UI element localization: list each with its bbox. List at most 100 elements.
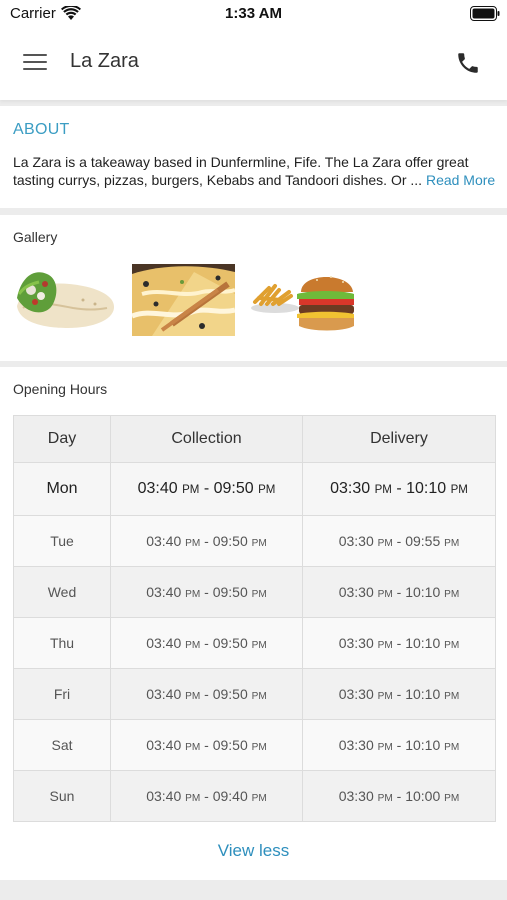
time-separator: -: [392, 635, 406, 651]
opening-hours-row-tue: Tue 03:40 PM - 09:50 PM 03:30 PM - 09:55 P…: [13, 515, 496, 567]
delivery-hours-cell: 03:30 PM - 09:55 PM: [302, 515, 496, 567]
time-value: 10:10: [405, 584, 441, 600]
day-cell: Mon: [13, 462, 111, 516]
collection-hours-cell: 03:40 PM - 09:50 PM: [110, 617, 303, 669]
delivery-hours-cell: 03:30 PM - 10:10 PM: [302, 566, 496, 618]
time-value: 10:10: [405, 635, 441, 651]
time-value: 03:40: [146, 533, 182, 549]
opening-hours-row-mon: Mon 03:40 PM - 09:50 PM 03:30 PM - 10:10 P…: [13, 462, 496, 516]
hamburger-menu-icon[interactable]: [23, 51, 47, 73]
time-separator: -: [200, 788, 213, 804]
time-value: 03:40: [146, 584, 182, 600]
time-value: 10:10: [406, 480, 447, 497]
time-value: 03:30: [338, 686, 374, 702]
ampm-label: PM: [185, 640, 201, 651]
time-separator: -: [392, 788, 406, 804]
day-cell: Sun: [13, 770, 111, 822]
ampm-label: PM: [251, 538, 267, 549]
about-section: ABOUT La Zara is a takeaway based in Dun…: [0, 106, 507, 208]
time-value: 09:50: [212, 686, 248, 702]
opening-hours-row-sun: Sun 03:40 PM - 09:40 PM 03:30 PM - 10:00 P…: [13, 770, 496, 822]
time-separator: -: [392, 584, 406, 600]
day-cell: Tue: [13, 515, 111, 567]
time-value: 03:30: [338, 584, 374, 600]
read-more-link[interactable]: Read More: [426, 172, 495, 188]
collection-hours-cell: 03:40 PM - 09:50 PM: [110, 668, 303, 720]
battery-icon: [470, 6, 500, 21]
phone-icon[interactable]: [455, 50, 481, 76]
gallery-image-pizza[interactable]: [132, 264, 235, 336]
collection-hours-cell: 03:40 PM - 09:40 PM: [110, 770, 303, 822]
day-cell: Fri: [13, 668, 111, 720]
opening-hours-section: Opening Hours Day Collection Delivery Mo…: [0, 367, 507, 880]
gallery-image-wrap[interactable]: [13, 264, 116, 336]
time-separator: -: [200, 737, 213, 753]
gallery-label: Gallery: [13, 229, 58, 245]
ampm-label: PM: [377, 742, 393, 753]
app-title: La Zara: [70, 50, 139, 72]
time-value: 09:50: [212, 584, 248, 600]
time-value: 03:30: [330, 480, 371, 497]
time-value: 10:00: [405, 788, 441, 804]
ampm-label: PM: [377, 589, 393, 600]
ampm-label: PM: [185, 742, 201, 753]
time-value: 10:10: [405, 737, 441, 753]
ampm-label: PM: [251, 742, 267, 753]
time-separator: -: [200, 635, 213, 651]
ampm-label: PM: [444, 793, 460, 804]
about-description: La Zara is a takeaway based in Dunfermli…: [13, 154, 469, 188]
delivery-hours-cell: 03:30 PM - 10:00 PM: [302, 770, 496, 822]
ampm-label: PM: [377, 691, 393, 702]
about-text: La Zara is a takeaway based in Dunfermli…: [13, 153, 503, 189]
time-value: 09:50: [212, 533, 248, 549]
about-heading: ABOUT: [13, 121, 70, 138]
ampm-label: PM: [182, 484, 200, 496]
ampm-label: PM: [444, 691, 460, 702]
ampm-label: PM: [185, 538, 201, 549]
delivery-hours-cell: 03:30 PM - 10:10 PM: [302, 668, 496, 720]
time-value: 09:55: [405, 533, 441, 549]
time-separator: -: [392, 737, 406, 753]
time-separator: -: [200, 533, 213, 549]
time-separator: -: [392, 533, 406, 549]
day-cell: Thu: [13, 617, 111, 669]
ampm-label: PM: [185, 589, 201, 600]
ampm-label: PM: [444, 589, 460, 600]
view-less-link[interactable]: View less: [0, 841, 507, 861]
delivery-hours-cell: 03:30 PM - 10:10 PM: [302, 719, 496, 771]
ampm-label: PM: [450, 484, 468, 496]
time-value: 09:50: [212, 737, 248, 753]
column-header-day: Day: [13, 415, 111, 463]
status-bar: Carrier 1:33 AM: [0, 0, 507, 28]
ampm-label: PM: [185, 793, 201, 804]
opening-hours-row-sat: Sat 03:40 PM - 09:50 PM 03:30 PM - 10:10 P…: [13, 719, 496, 771]
time-value: 09:40: [212, 788, 248, 804]
time-value: 03:30: [338, 533, 374, 549]
time-separator: -: [199, 480, 214, 497]
time-value: 03:40: [137, 480, 178, 497]
status-time: 1:33 AM: [225, 5, 282, 22]
time-value: 03:40: [146, 788, 182, 804]
delivery-hours-cell: 03:30 PM - 10:10 PM: [302, 617, 496, 669]
time-value: 03:40: [146, 635, 182, 651]
ampm-label: PM: [258, 484, 276, 496]
time-separator: -: [392, 686, 406, 702]
collection-hours-cell: 03:40 PM - 09:50 PM: [110, 462, 303, 516]
time-separator: -: [200, 584, 213, 600]
column-header-delivery: Delivery: [302, 415, 496, 463]
time-separator: -: [200, 686, 213, 702]
time-value: 03:40: [146, 737, 182, 753]
ampm-label: PM: [374, 484, 392, 496]
time-separator: -: [391, 480, 407, 497]
opening-hours-row-fri: Fri 03:40 PM - 09:50 PM 03:30 PM - 10:10 P…: [13, 668, 496, 720]
ampm-label: PM: [377, 793, 393, 804]
gallery-image-burger[interactable]: [251, 264, 354, 336]
ampm-label: PM: [251, 793, 267, 804]
time-value: 09:50: [212, 635, 248, 651]
app-header: La Zara: [0, 28, 507, 100]
ampm-label: PM: [251, 640, 267, 651]
time-value: 03:30: [338, 737, 374, 753]
day-cell: Wed: [13, 566, 111, 618]
ampm-label: PM: [251, 691, 267, 702]
ampm-label: PM: [377, 640, 393, 651]
